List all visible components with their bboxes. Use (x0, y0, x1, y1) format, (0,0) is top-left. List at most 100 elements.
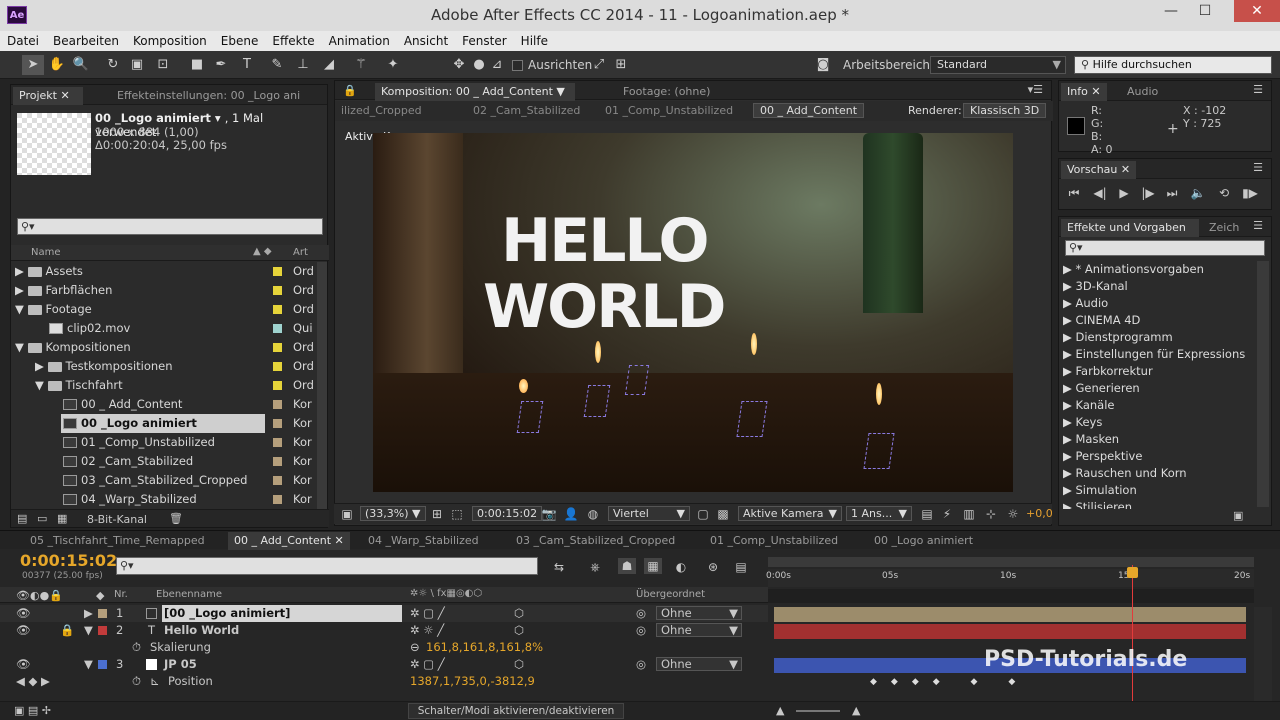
new-composition-icon[interactable]: ▦ (57, 512, 67, 525)
timeline-tab[interactable]: 03 _Cam_Stabilized_Cropped (510, 532, 681, 550)
collapse-icon[interactable]: ▼ (84, 656, 93, 673)
pen-tool-icon[interactable]: ✒ (210, 55, 232, 75)
renderer-button[interactable]: Klassisch 3D (963, 103, 1047, 118)
panel-menu-icon[interactable]: ☰ (1253, 83, 1263, 96)
lock-icon[interactable]: 🔒 (60, 622, 74, 639)
playhead-handle[interactable] (1127, 567, 1138, 578)
roto-brush-tool-icon[interactable]: ⚚ (350, 55, 372, 75)
effect-category-item[interactable]: ▶ Generieren (1063, 380, 1140, 397)
layer-name[interactable]: [00 _Logo animiert] (162, 605, 402, 622)
camera-select[interactable]: Aktive Kamera ▼ (738, 506, 842, 521)
layer-name[interactable]: JP 05 (164, 656, 197, 673)
draft-3d-icon[interactable]: ⎈ (586, 559, 604, 575)
label-swatch[interactable] (273, 286, 282, 295)
column-name[interactable]: Name (31, 247, 61, 258)
effect-category-item[interactable]: ▶ Rauschen und Korn (1063, 465, 1187, 482)
tracker-marker[interactable] (863, 433, 895, 469)
composition-viewer[interactable]: HELLO WORLD (373, 133, 1013, 492)
project-scrollbar[interactable] (317, 262, 327, 510)
minimize-icon[interactable]: — (1154, 0, 1188, 22)
visibility-icon[interactable]: 👁 (16, 622, 31, 639)
zoom-in-icon[interactable]: ▲ (852, 704, 860, 717)
maximize-icon[interactable]: ☐ (1188, 0, 1222, 22)
label-swatch[interactable] (98, 660, 107, 669)
keyframe-navigator-icon[interactable]: ◀ ◆ ▶ (16, 673, 50, 690)
trash-icon[interactable]: 🗑 (169, 512, 183, 525)
help-search-input[interactable]: ⚲ Hilfe durchsuchen (1074, 56, 1272, 74)
bit-depth-label[interactable]: 8-Bit-Kanal (87, 513, 147, 526)
close-tab-icon[interactable]: ✕ (60, 89, 69, 102)
puppet-tool-icon[interactable]: ✦ (382, 55, 404, 75)
property-row[interactable]: ◀ ◆ ▶ ⏱ ⊾ Position 1387,1,735,0,-3812,9 (0, 673, 768, 690)
workspace-icon[interactable]: ◙ (812, 55, 834, 75)
menu-komposition[interactable]: Komposition (126, 31, 214, 51)
new-preset-icon[interactable]: ▣ (1233, 509, 1243, 522)
stopwatch-icon[interactable]: ⏱ (132, 673, 141, 690)
axis-mode-icon[interactable]: ✥ (448, 55, 470, 75)
workspace-select[interactable]: Standard ▼ (930, 56, 1066, 74)
property-value[interactable]: 161,8,161,8,161,8% (426, 639, 543, 656)
panel-menu-icon[interactable]: ☰ (1253, 219, 1263, 232)
tab-footage[interactable]: Footage: (ohne) (617, 83, 737, 101)
menu-hilfe[interactable]: Hilfe (514, 31, 555, 51)
label-swatch[interactable] (273, 476, 282, 485)
tab-character[interactable]: Zeich (1203, 219, 1245, 237)
column-parent[interactable]: Übergeordnet (636, 589, 705, 600)
label-swatch[interactable] (273, 343, 282, 352)
lock-icon[interactable]: 🔒 (343, 84, 357, 97)
fast-previews-icon[interactable]: ⚡ (938, 506, 956, 522)
layer-row[interactable]: 👁 🔒 ▼ 2 T Hello World ✲ ☼ ╱ ⬡ ◎ Ohne ▼ (0, 622, 768, 639)
loop-icon[interactable]: ⟲ (1215, 185, 1233, 201)
visibility-icon[interactable]: 👁 (16, 605, 31, 622)
menu-bearbeiten[interactable]: Bearbeiten (46, 31, 126, 51)
views-select[interactable]: 1 Ans... ▼ (846, 506, 912, 521)
view-axis-icon[interactable]: ⊿ (486, 55, 508, 75)
exposure-icon[interactable]: ☼ (1004, 506, 1022, 522)
brainstorm-icon[interactable]: ▤ (732, 559, 750, 575)
menu-effekte[interactable]: Effekte (265, 31, 321, 51)
work-area-bar[interactable] (768, 557, 1254, 567)
hand-tool-icon[interactable]: ✋ (46, 55, 68, 75)
tab-info[interactable]: Info ✕ (1061, 83, 1107, 101)
tracker-marker[interactable] (736, 401, 768, 437)
time-ruler[interactable]: 0:00s 05s 10s 15s 20s (766, 569, 1254, 587)
text-tool-icon[interactable]: T (236, 55, 258, 75)
timeline-graph-area[interactable]: 0:00s 05s 10s 15s 20s ◆◆◆◆ ◆ ◆ PSD-Tutor… (766, 553, 1254, 720)
parent-select[interactable]: Ohne ▼ (656, 623, 742, 637)
3d-layer-icon[interactable]: ⬡ (514, 605, 524, 622)
breadcrumb-item[interactable]: ilized_Cropped (341, 104, 422, 117)
menu-fenster[interactable]: Fenster (455, 31, 514, 51)
rectangle-tool-icon[interactable]: ■ (186, 55, 208, 75)
stamp-tool-icon[interactable]: ⊥ (292, 55, 314, 75)
timeline-tab[interactable]: 05 _Tischfahrt_Time_Remapped (24, 532, 211, 550)
label-swatch[interactable] (273, 495, 282, 504)
flowchart-icon[interactable]: ⊹ (982, 506, 1000, 522)
label-swatch[interactable] (273, 324, 282, 333)
toggle-switches-modes-button[interactable]: Schalter/Modi aktivieren/deaktivieren (408, 703, 624, 719)
close-icon[interactable]: ✕ (1234, 0, 1280, 22)
timeline-icon[interactable]: ▥ (960, 506, 978, 522)
toggle-pixel-aspect-icon[interactable]: ▤ (918, 506, 936, 522)
comp-mini-flowchart-icon[interactable]: ⇆ (550, 559, 568, 575)
camera-tool-icon[interactable]: ▣ (126, 55, 148, 75)
region-icon[interactable]: ⬚ (448, 506, 466, 522)
selection-tool-icon[interactable]: ➤ (22, 55, 44, 75)
align-checkbox[interactable] (512, 60, 523, 71)
previous-frame-icon[interactable]: ◀| (1091, 185, 1109, 201)
label-swatch[interactable] (273, 419, 282, 428)
label-swatch[interactable] (98, 626, 107, 635)
constrain-proportions-icon[interactable]: ⊖ (410, 639, 420, 656)
collapse-icon[interactable]: ▼ (84, 622, 93, 639)
label-swatch[interactable] (273, 267, 282, 276)
safe-zones-icon[interactable]: ▣ (338, 506, 356, 522)
snap-toggle-icon[interactable]: ⊞ (610, 55, 632, 75)
effects-search-input[interactable]: ⚲▾ (1065, 240, 1265, 256)
effect-category-item[interactable]: ▶ Perspektive (1063, 448, 1142, 465)
transparency-grid-icon[interactable]: ▩ (714, 506, 732, 522)
effect-category-item[interactable]: ▶ Keys (1063, 414, 1102, 431)
current-time-display[interactable]: 0:00:15:02 (472, 506, 543, 521)
shy-layers-icon[interactable]: ☗ (618, 558, 636, 574)
new-folder-icon[interactable]: ▭ (37, 512, 47, 525)
effect-category-item[interactable]: ▶ Audio (1063, 295, 1108, 312)
layer-row[interactable]: 👁 ▼ 3 JP 05 ✲ ▢ ╱ ⬡ ◎ Ohne ▼ (0, 656, 768, 673)
